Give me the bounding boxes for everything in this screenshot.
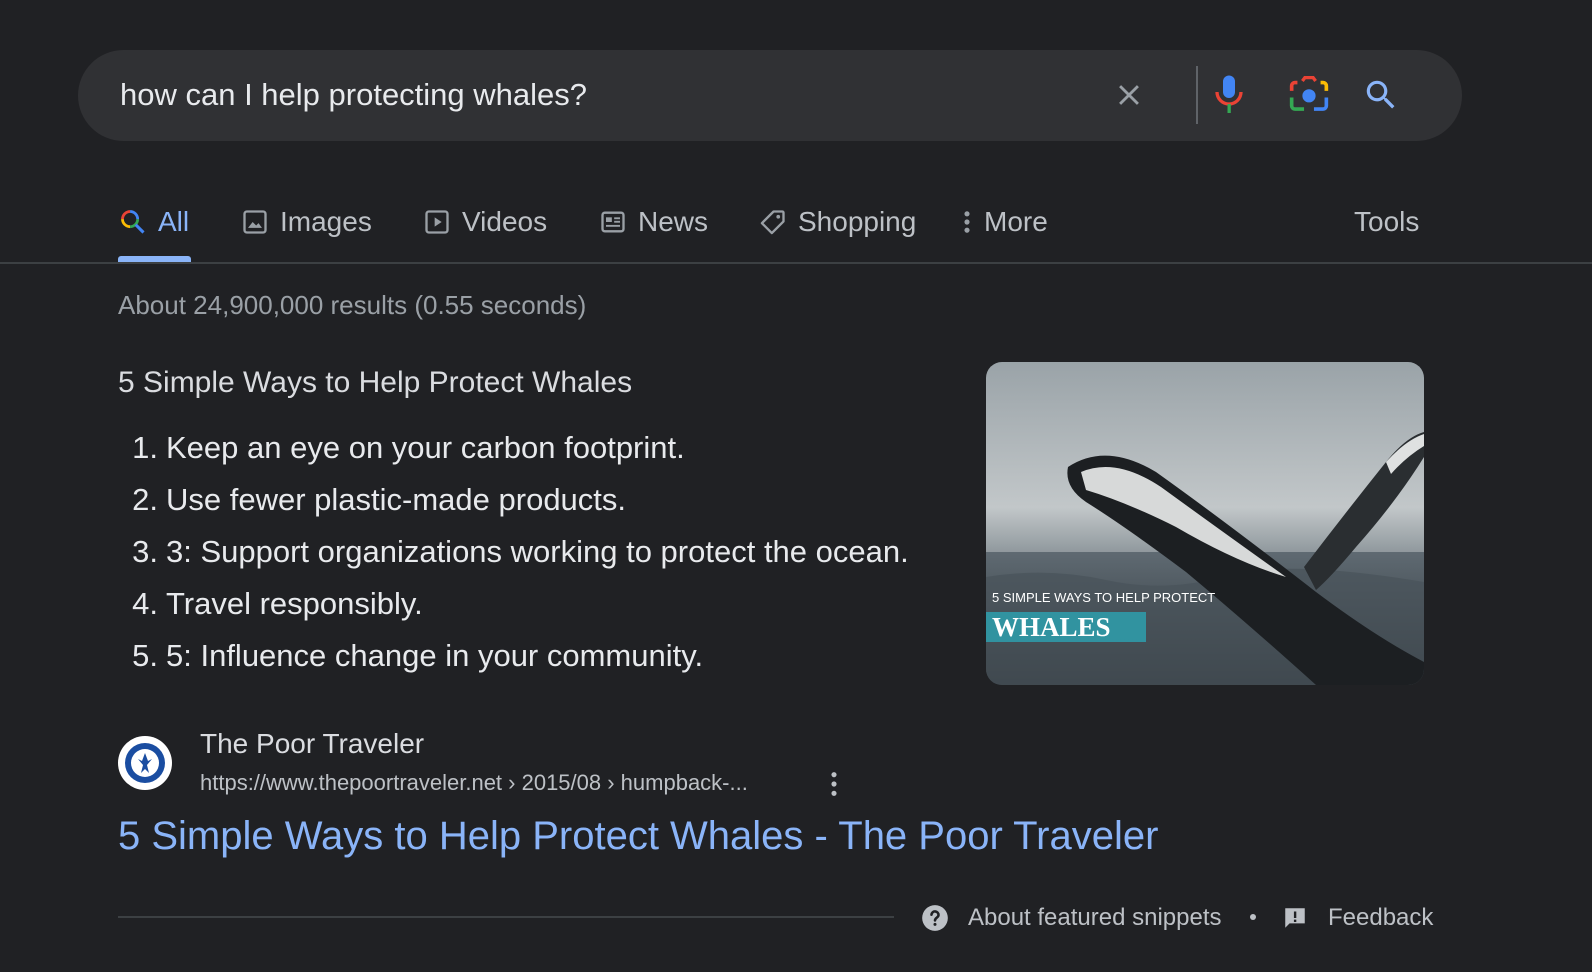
tab-images[interactable]: Images: [240, 196, 372, 248]
tab-news[interactable]: News: [598, 196, 708, 248]
list-text: Keep an eye on your carbon footprint.: [166, 430, 685, 465]
source-url[interactable]: https://www.thepoortraveler.net › 2015/0…: [200, 770, 748, 796]
list-text: 5: Influence change in your community.: [166, 638, 704, 673]
tab-label: Shopping: [798, 206, 917, 237]
tab-label: News: [638, 206, 709, 237]
close-icon[interactable]: [1108, 74, 1150, 116]
active-tab-indicator: [118, 256, 191, 262]
list-item: 4. Travel responsibly.: [118, 578, 909, 630]
search-tabs: All Images Videos News Shopping More Too…: [0, 190, 1592, 264]
list-item: 2. Use fewer plastic-made products.: [118, 474, 909, 526]
camera-icon[interactable]: [1288, 74, 1330, 116]
list-text: Use fewer plastic-made products.: [166, 482, 627, 517]
newspaper-icon: [598, 207, 628, 237]
result-stats: About 24,900,000 results (0.55 seconds): [118, 290, 587, 320]
list-number: 2.: [132, 482, 158, 517]
search-icon[interactable]: [1360, 74, 1402, 116]
tag-icon: [758, 207, 788, 237]
image-caption-small: 5 SIMPLE WAYS TO HELP PROTECT: [992, 590, 1215, 605]
list-number: 5.: [132, 638, 158, 673]
footer-divider: [118, 916, 894, 918]
tab-label: All: [158, 206, 190, 237]
list-text: 3: Support organizations working to prot…: [166, 534, 909, 569]
tab-label: Images: [280, 206, 372, 237]
help-icon: [920, 903, 950, 933]
list-item: 3. 3: Support organizations working to pr…: [118, 526, 909, 578]
list-number: 3.: [132, 534, 158, 569]
result-title-link[interactable]: 5 Simple Ways to Help Protect Whales - T…: [118, 814, 1158, 859]
search-icon: [118, 207, 148, 237]
tools-label: Tools: [1354, 206, 1420, 237]
search-input[interactable]: [120, 72, 1080, 118]
mic-icon[interactable]: [1208, 74, 1250, 116]
image-caption-big: WHALES: [992, 612, 1111, 642]
feedback-link[interactable]: Feedback: [1280, 898, 1433, 938]
list-item: 5. 5: Influence change in your community.: [118, 630, 909, 682]
whale-thumbnail-image[interactable]: 5 SIMPLE WAYS TO HELP PROTECT WHALES: [986, 362, 1424, 685]
image-icon: [240, 207, 270, 237]
list-number: 1.: [132, 430, 158, 465]
more-options-icon[interactable]: [822, 768, 846, 800]
about-featured-snippets-link[interactable]: About featured snippets: [920, 898, 1222, 938]
tab-shopping[interactable]: Shopping: [758, 196, 916, 248]
search-divider: [1196, 66, 1198, 124]
footer-separator: [1250, 914, 1256, 920]
tab-videos[interactable]: Videos: [422, 196, 547, 248]
site-favicon[interactable]: [118, 736, 172, 790]
source-site-name[interactable]: The Poor Traveler: [200, 728, 424, 760]
tab-more[interactable]: More: [958, 196, 1048, 248]
more-vertical-icon: [958, 207, 976, 237]
search-bar: [78, 50, 1462, 141]
tab-label: More: [984, 206, 1048, 237]
feedback-icon: [1280, 903, 1310, 933]
list-item: 1. Keep an eye on your carbon footprint.: [118, 422, 909, 474]
snippet-list: 1. Keep an eye on your carbon footprint. …: [118, 422, 909, 682]
list-number: 4.: [132, 586, 158, 621]
feedback-label: Feedback: [1328, 904, 1434, 931]
tools-button[interactable]: Tools: [1354, 196, 1419, 248]
tab-label: Videos: [462, 206, 548, 237]
play-icon: [422, 207, 452, 237]
snippet-title: 5 Simple Ways to Help Protect Whales: [118, 366, 633, 399]
about-featured-snippets-label: About featured snippets: [968, 904, 1222, 931]
tab-all[interactable]: All: [118, 196, 189, 248]
list-text: Travel responsibly.: [166, 586, 423, 621]
